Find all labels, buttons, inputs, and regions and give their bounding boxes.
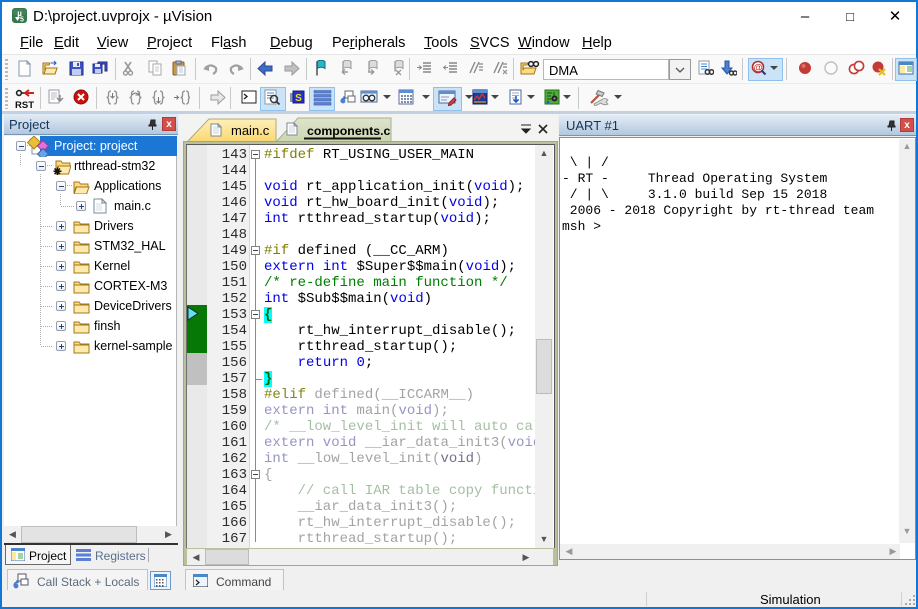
svg-text:S: S [295, 93, 302, 104]
svg-text:5: 5 [20, 17, 24, 24]
svg-text:main.c: main.c [231, 123, 270, 138]
svg-text:RST: RST [15, 100, 34, 111]
svg-text:components.c: components.c [307, 124, 391, 138]
